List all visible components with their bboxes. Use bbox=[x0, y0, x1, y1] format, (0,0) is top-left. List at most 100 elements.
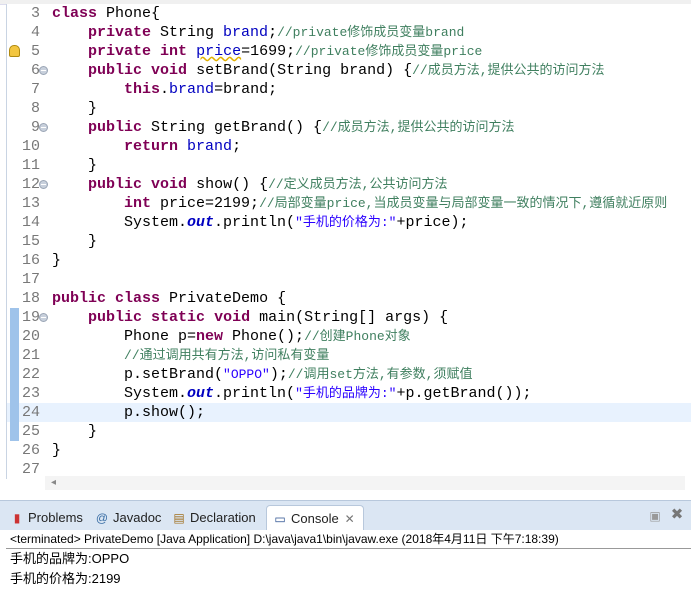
minimize-icon[interactable]: ▣ bbox=[648, 509, 662, 523]
code-line[interactable]: 21 //通过调用共有方法,访问私有变量 bbox=[7, 346, 691, 365]
comment: //创建Phone对象 bbox=[304, 329, 411, 344]
code-line[interactable]: 17 bbox=[7, 270, 691, 289]
code-text: main(String[] args) { bbox=[250, 309, 449, 326]
line-number: 4 bbox=[30, 24, 40, 41]
code-line[interactable]: 19 public static void main(String[] args… bbox=[7, 308, 691, 327]
code-content: private String brand;//private修饰成员变量bran… bbox=[52, 23, 464, 42]
code-line[interactable]: 3 class Phone{ bbox=[7, 4, 691, 23]
code-content: class Phone{ bbox=[52, 4, 160, 23]
line-number: 19 bbox=[21, 309, 40, 326]
problems-icon: ▮ bbox=[13, 511, 21, 525]
code-line[interactable]: 6 public void setBrand(String brand) {//… bbox=[7, 61, 691, 80]
code-text: PrivateDemo { bbox=[160, 290, 287, 307]
keyword: int bbox=[124, 195, 152, 212]
code-editor[interactable]: 3 class Phone{4 private String brand;//pr… bbox=[6, 4, 691, 479]
code-text: p.show(); bbox=[52, 404, 206, 421]
code-text: setBrand(String brand) { bbox=[187, 62, 413, 79]
code-content: } bbox=[52, 156, 97, 175]
code-line[interactable]: 15 } bbox=[7, 232, 691, 251]
keyword: int bbox=[160, 43, 188, 60]
code-text: String bbox=[151, 24, 224, 41]
code-line[interactable]: 18 public class PrivateDemo { bbox=[7, 289, 691, 308]
line-number: 14 bbox=[21, 214, 40, 231]
code-content: this.brand=brand; bbox=[52, 80, 277, 99]
code-text: price=2199; bbox=[151, 195, 260, 212]
maximize-icon[interactable]: ✖ bbox=[670, 507, 684, 522]
keyword: void bbox=[151, 176, 188, 193]
line-number: 16 bbox=[21, 252, 40, 269]
close-icon[interactable]: ✕ bbox=[343, 512, 357, 526]
code-text: .println( bbox=[214, 385, 296, 402]
tab-javadoc[interactable]: @ Javadoc bbox=[95, 505, 162, 531]
line-number: 26 bbox=[21, 442, 40, 459]
console-output-line: 手机的价格为:2199 bbox=[10, 571, 121, 586]
code-line[interactable]: 7 this.brand=brand; bbox=[7, 80, 691, 99]
horizontal-scrollbar[interactable]: ◂ bbox=[45, 476, 685, 490]
code-line[interactable]: 20 Phone p=new Phone();//创建Phone对象 bbox=[7, 327, 691, 346]
keyword: private bbox=[88, 24, 152, 41]
code-line[interactable]: 22 p.setBrand("OPPO");//调用set方法,有参数,须赋值 bbox=[7, 365, 691, 384]
tab-problems[interactable]: ▮ Problems bbox=[10, 505, 83, 531]
code-content: p.show(); bbox=[52, 403, 205, 422]
code-content: public String getBrand() {//成员方法,提供公共的访问… bbox=[52, 118, 514, 137]
tab-declaration[interactable]: ▤ Declaration bbox=[172, 505, 256, 531]
tab-label: Declaration bbox=[190, 510, 256, 525]
code-line[interactable]: 8 } bbox=[7, 99, 691, 118]
code-content: public void setBrand(String brand) {//成员… bbox=[52, 61, 605, 80]
code-content: public static void main(String[] args) { bbox=[52, 308, 448, 327]
code-line[interactable]: 11 } bbox=[7, 156, 691, 175]
tab-label: Problems bbox=[28, 510, 83, 525]
fold-collapse-icon[interactable] bbox=[39, 313, 48, 322]
code-text: } bbox=[52, 233, 98, 250]
code-line[interactable]: 4 private String brand;//private修饰成员变量br… bbox=[7, 23, 691, 42]
code-line[interactable]: 14 System.out.println("手机的价格为:"+price); bbox=[7, 213, 691, 232]
code-text: } bbox=[52, 252, 62, 269]
javadoc-icon: @ bbox=[95, 511, 109, 525]
code-line[interactable]: 16} bbox=[7, 251, 691, 270]
code-line[interactable]: 25 } bbox=[7, 422, 691, 441]
code-line[interactable]: 26} bbox=[7, 441, 691, 460]
line-number: 3 bbox=[30, 5, 40, 22]
code-line[interactable]: 13 int price=2199;//局部变量price,当成员变量与局部变量… bbox=[7, 194, 691, 213]
fold-collapse-icon[interactable] bbox=[39, 123, 48, 132]
line-number: 18 bbox=[21, 290, 40, 307]
code-text: =1699; bbox=[241, 43, 296, 60]
code-line[interactable]: 23 System.out.println("手机的品牌为:"+p.getBra… bbox=[7, 384, 691, 403]
code-line[interactable]: 9 public String getBrand() {//成员方法,提供公共的… bbox=[7, 118, 691, 137]
code-line[interactable]: 24 p.show(); bbox=[7, 403, 691, 422]
fold-collapse-icon[interactable] bbox=[39, 66, 48, 75]
code-line[interactable]: 5 private int price=1699;//private修饰成员变量… bbox=[7, 42, 691, 61]
comment: //通过调用共有方法,访问私有变量 bbox=[124, 348, 330, 363]
line-number: 17 bbox=[21, 271, 40, 288]
code-line[interactable]: 10 return brand; bbox=[7, 137, 691, 156]
keyword: static bbox=[151, 309, 206, 326]
line-number: 8 bbox=[30, 100, 40, 117]
keyword: private bbox=[88, 43, 152, 60]
code-line[interactable]: 12 public void show() {//定义成员方法,公共访问方法 bbox=[7, 175, 691, 194]
code-content: } bbox=[52, 251, 61, 270]
code-text: } bbox=[52, 100, 98, 117]
code-text: +price); bbox=[396, 214, 469, 231]
line-number: 12 bbox=[21, 176, 40, 193]
console-view[interactable]: <terminated> PrivateDemo [Java Applicati… bbox=[6, 530, 691, 592]
code-content: public class PrivateDemo { bbox=[52, 289, 286, 308]
static-field: out bbox=[187, 214, 215, 231]
tab-console[interactable]: ▭ Console ✕ bbox=[266, 505, 364, 531]
line-number: 13 bbox=[21, 195, 40, 212]
line-number: 21 bbox=[21, 347, 40, 364]
code-text: String getBrand() { bbox=[142, 119, 323, 136]
line-number: 5 bbox=[30, 43, 40, 60]
code-text: p.setBrand( bbox=[52, 366, 224, 383]
fold-collapse-icon[interactable] bbox=[39, 180, 48, 189]
code-text: System. bbox=[52, 214, 188, 231]
code-content: } bbox=[52, 441, 61, 460]
code-text: ; bbox=[232, 138, 242, 155]
